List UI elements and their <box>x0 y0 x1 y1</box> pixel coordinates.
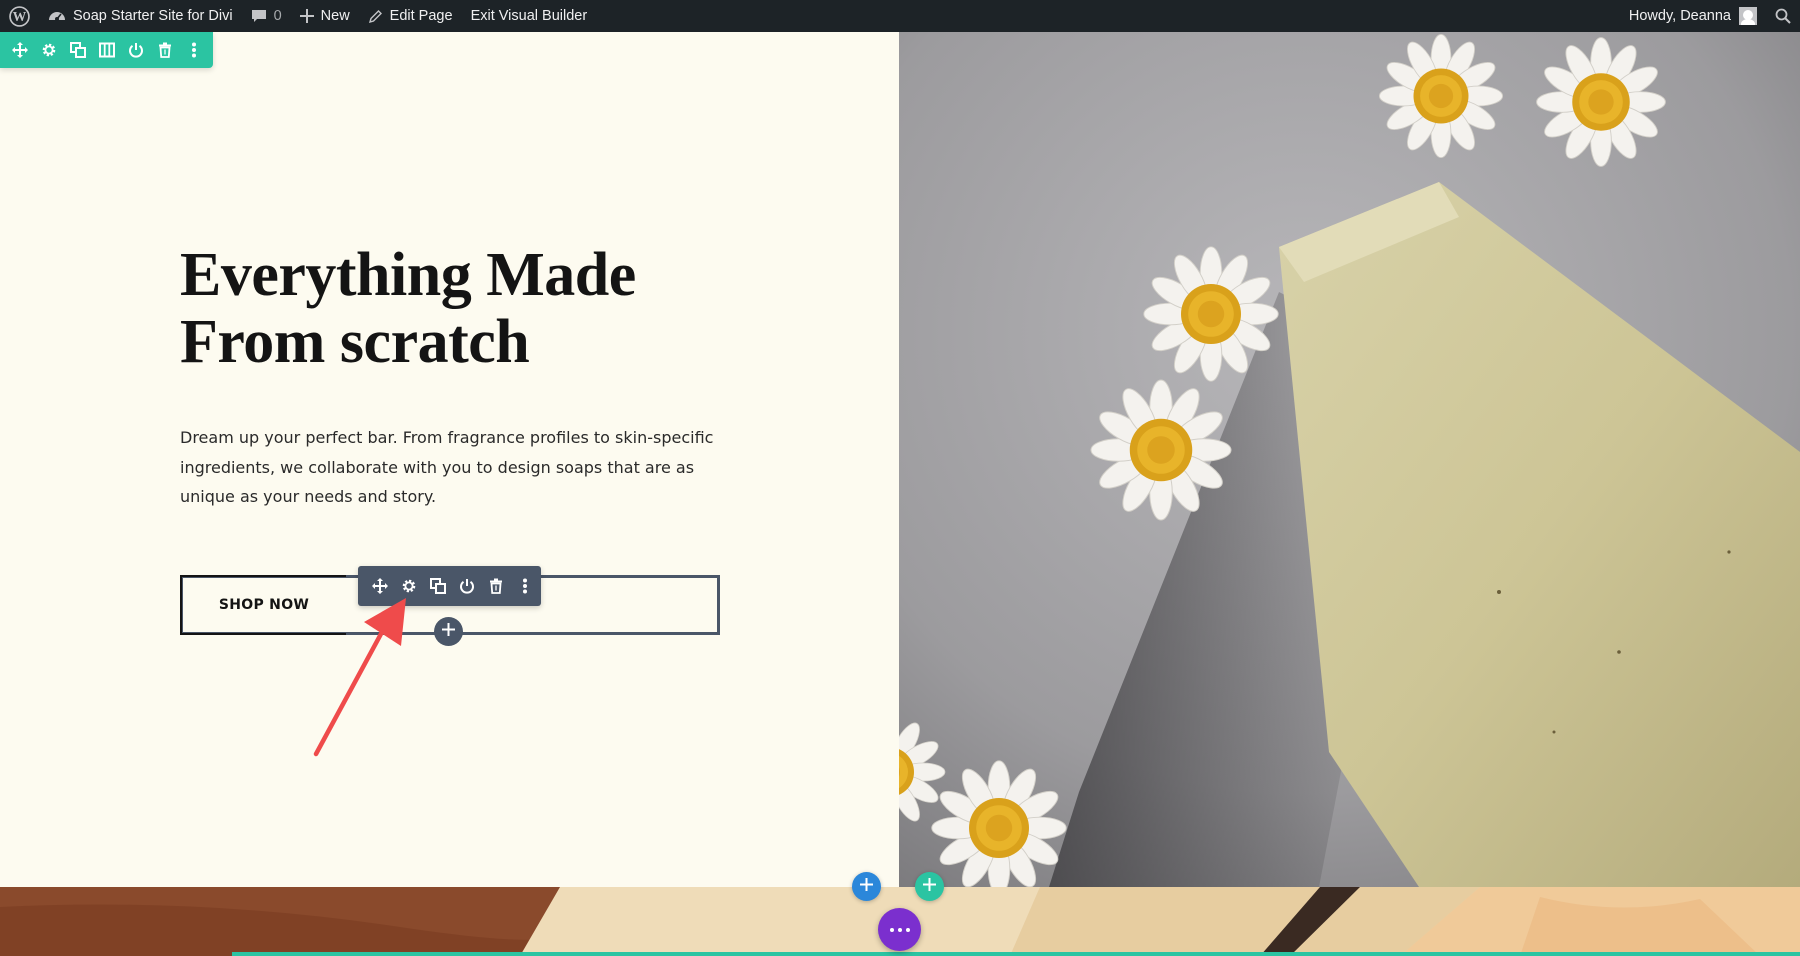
more-icon[interactable] <box>515 576 535 596</box>
add-row-button[interactable] <box>915 872 944 901</box>
exit-builder-label: Exit Visual Builder <box>470 8 588 24</box>
hero-heading-line-1: Everything Made <box>180 241 636 309</box>
plus-icon <box>923 877 936 896</box>
new-label: New <box>320 8 350 24</box>
edit-page-label: Edit Page <box>389 8 453 24</box>
gear-icon[interactable] <box>399 576 419 596</box>
section-toolbar <box>0 32 213 68</box>
columns-icon[interactable] <box>97 40 117 60</box>
duplicate-icon[interactable] <box>68 40 88 60</box>
section-hover-indicator <box>232 952 1800 956</box>
wp-admin-bar: W Soap Starter Site for Divi 0 New Edit … <box>0 0 1800 32</box>
svg-text:W: W <box>13 9 27 24</box>
comments-menu[interactable]: 0 <box>242 0 291 32</box>
trash-icon[interactable] <box>155 40 175 60</box>
gear-icon[interactable] <box>39 40 59 60</box>
more-horizontal-icon <box>889 927 910 932</box>
page-settings-button[interactable] <box>878 908 921 951</box>
hero-heading: Everything Made From scratch <box>180 242 780 376</box>
avatar <box>1739 7 1757 25</box>
plus-icon <box>442 622 455 641</box>
site-name-menu[interactable]: Soap Starter Site for Divi <box>39 0 242 32</box>
pencil-icon <box>368 9 383 24</box>
new-content-menu[interactable]: New <box>291 0 359 32</box>
user-account-menu[interactable]: Howdy, Deanna <box>1620 0 1766 32</box>
admin-search-button[interactable] <box>1766 0 1800 32</box>
shop-now-button[interactable]: SHOP NOW <box>180 575 346 635</box>
move-icon[interactable] <box>10 40 30 60</box>
site-name: Soap Starter Site for Divi <box>73 8 233 24</box>
edit-page-link[interactable]: Edit Page <box>359 0 462 32</box>
plus-icon <box>860 877 873 896</box>
soap-photo <box>899 32 1800 887</box>
duplicate-icon[interactable] <box>428 576 448 596</box>
dashboard-icon <box>48 8 66 24</box>
power-icon[interactable] <box>457 576 477 596</box>
wordpress-logo-icon[interactable]: W <box>0 0 39 32</box>
exit-visual-builder-link[interactable]: Exit Visual Builder <box>462 0 597 32</box>
module-toolbar <box>358 566 541 606</box>
more-icon[interactable] <box>184 40 204 60</box>
hero-image-soap-chamomile <box>899 32 1800 887</box>
hero-description: Dream up your perfect bar. From fragranc… <box>180 428 714 506</box>
comment-icon <box>251 8 267 24</box>
plus-icon <box>299 9 314 23</box>
move-icon[interactable] <box>370 576 390 596</box>
comments-count: 0 <box>273 8 282 24</box>
add-section-button[interactable] <box>852 872 881 901</box>
search-icon <box>1775 8 1791 24</box>
trash-icon[interactable] <box>486 576 506 596</box>
hero-heading-line-2: From scratch <box>180 308 530 376</box>
add-module-button[interactable] <box>434 617 463 646</box>
user-greeting: Howdy, Deanna <box>1628 8 1731 24</box>
power-icon[interactable] <box>126 40 146 60</box>
